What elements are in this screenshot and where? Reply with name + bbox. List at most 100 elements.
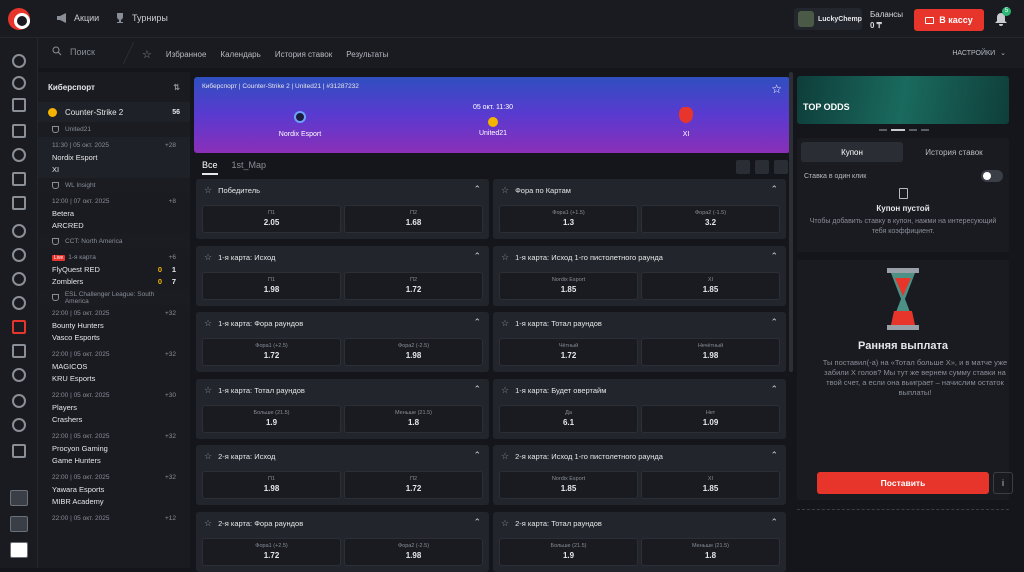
gift-icon[interactable] — [12, 444, 26, 458]
hockey-icon[interactable] — [12, 296, 26, 310]
league-header[interactable]: United21 — [38, 122, 190, 137]
tab-bet-history[interactable]: История ставок — [903, 142, 1005, 162]
breadcrumb[interactable]: Киберспорт | Counter-Strike 2 | United21… — [202, 83, 359, 90]
rocket-icon[interactable] — [12, 98, 26, 112]
calendar-link[interactable]: Календарь — [220, 50, 260, 59]
settings-icon[interactable] — [12, 394, 26, 408]
chevron-up-icon[interactable]: ⌃ — [473, 317, 481, 328]
casino-icon[interactable] — [12, 148, 26, 162]
chevron-up-icon[interactable]: ⌃ — [473, 517, 481, 528]
odd-button[interactable]: Фора2 (-1.5) 3.2 — [641, 205, 780, 233]
support-icon[interactable] — [10, 516, 28, 532]
chevron-up-icon[interactable]: ⌃ — [473, 251, 481, 262]
odd-button[interactable]: П1 1.98 — [202, 271, 341, 300]
tab-coupon[interactable]: Купон — [801, 142, 903, 162]
odd-button[interactable]: П2 1.68 — [344, 205, 483, 233]
chevron-up-icon[interactable]: ⌃ — [770, 384, 778, 395]
search-input[interactable]: Поиск — [52, 46, 95, 58]
odd-button[interactable]: Nordix Esport 1.85 — [499, 271, 638, 300]
favorite-star-icon[interactable]: ☆ — [204, 451, 212, 462]
one-click-toggle[interactable] — [981, 170, 1003, 182]
info-icon[interactable]: i — [993, 472, 1013, 494]
sort-icon[interactable]: ⇅ — [173, 83, 180, 92]
chevron-up-icon[interactable]: ⌃ — [770, 517, 778, 528]
odd-button[interactable]: Нет 1.09 — [641, 404, 780, 433]
promo-banner[interactable]: TOP ODDS — [797, 76, 1009, 124]
list-view-icon[interactable] — [755, 160, 769, 174]
odd-button[interactable]: Чётный 1.72 — [499, 338, 638, 366]
sport-row[interactable]: Counter-Strike 2 56 — [38, 102, 190, 122]
match-row[interactable]: 22:00 | 05 окт. 2025 +32 Procyon Gaming Gam… — [38, 428, 190, 469]
odd-button[interactable]: Да 6.1 — [499, 404, 638, 433]
target-icon[interactable] — [12, 248, 26, 262]
match-row[interactable]: 11:30 | 05 окт. 2025 +28 Nordix Esport XI — [38, 137, 190, 178]
odd-button[interactable]: Меньше (21.5) 1.8 — [344, 404, 483, 433]
favorite-star-icon[interactable]: ☆ — [501, 451, 509, 462]
building-icon[interactable] — [12, 172, 26, 186]
deposit-button[interactable]: В кассу — [914, 9, 984, 31]
bet-history-link[interactable]: История ставок — [275, 50, 332, 59]
favorites-link[interactable]: Избранное — [166, 50, 207, 59]
results-link[interactable]: Результаты — [346, 50, 388, 59]
odd-button[interactable]: XI 1.85 — [641, 271, 780, 300]
favorite-star-icon[interactable]: ☆ — [204, 385, 212, 396]
odd-button[interactable]: Фора2 (-2.5) 1.98 — [344, 537, 483, 566]
match-row[interactable]: 22:00 | 05 окт. 2025 +32 Yawara Esports MIB… — [38, 469, 190, 510]
tab-1st-map[interactable]: 1st_Map — [232, 160, 267, 175]
odd-button[interactable]: Нечётный 1.98 — [641, 338, 780, 366]
odd-button[interactable]: П2 1.72 — [344, 271, 483, 300]
match-row[interactable]: 22:00 | 05 окт. 2025 +32 MAGICOS KRU Esport… — [38, 346, 190, 387]
favorite-star-icon[interactable]: ☆ — [501, 385, 509, 396]
chevron-up-icon[interactable]: ⌃ — [770, 317, 778, 328]
odd-button[interactable]: Фора1 (+2.5) 1.72 — [202, 338, 341, 366]
logo[interactable] — [8, 8, 30, 30]
place-bet-button[interactable]: Поставить — [817, 472, 989, 494]
gamepad-icon[interactable] — [12, 320, 26, 334]
promo-link[interactable]: Акции — [56, 12, 99, 24]
collapse-all-icon[interactable] — [774, 160, 788, 174]
league-header[interactable]: WL Insight — [38, 178, 190, 193]
horse-racing-icon[interactable] — [12, 368, 26, 382]
carousel-dots[interactable] — [879, 129, 929, 131]
odd-button[interactable]: П2 1.72 — [344, 471, 483, 499]
kiosk-icon[interactable] — [10, 542, 28, 558]
favorite-star-icon[interactable]: ☆ — [204, 185, 212, 196]
tv-icon[interactable] — [12, 124, 26, 138]
chevron-up-icon[interactable]: ⌃ — [473, 450, 481, 461]
odd-button[interactable]: Фора1 (+2.5) 1.72 — [202, 537, 341, 566]
user-profile[interactable]: LuckyChemp — [794, 8, 862, 30]
chevron-up-icon[interactable]: ⌃ — [473, 184, 481, 195]
odd-button[interactable]: Больше (21.5) 1.9 — [499, 537, 638, 566]
league-header[interactable]: ESL Challenger League: South America — [38, 290, 190, 305]
search-markets-icon[interactable] — [736, 160, 750, 174]
chevron-up-icon[interactable]: ⌃ — [770, 251, 778, 262]
odd-button[interactable]: XI 1.85 — [641, 471, 780, 499]
chevron-up-icon[interactable]: ⌃ — [770, 184, 778, 195]
favorite-star-icon[interactable]: ☆ — [204, 252, 212, 263]
balance[interactable]: Балансы 0 ₸ — [870, 9, 903, 31]
match-row[interactable]: 22:00 | 05 окт. 2025 +30 Players Crashers — [38, 387, 190, 428]
favorite-star-icon[interactable]: ☆ — [204, 518, 212, 529]
cards-icon[interactable] — [12, 196, 26, 210]
odd-button[interactable]: Фора2 (-2.5) 1.98 — [344, 338, 483, 366]
chevron-up-icon[interactable]: ⌃ — [770, 450, 778, 461]
league-header[interactable]: CCT: North America — [38, 234, 190, 249]
favorite-star-icon[interactable]: ☆ — [501, 185, 509, 196]
odd-button[interactable]: Nordix Esport 1.85 — [499, 471, 638, 499]
odd-button[interactable]: Фора1 (+1.5) 1.3 — [499, 205, 638, 233]
settings-dropdown[interactable]: НАСТРОЙКИ ⌄ — [952, 49, 1006, 58]
odd-button[interactable]: Меньше (21.5) 1.8 — [641, 537, 780, 566]
tab-all[interactable]: Все — [202, 160, 218, 175]
tournaments-link[interactable]: Турниры — [114, 12, 168, 24]
favorite-star-icon[interactable]: ☆ — [771, 82, 782, 96]
ball-icon[interactable] — [12, 272, 26, 286]
favorite-star-icon[interactable]: ☆ — [204, 318, 212, 329]
scrollbar[interactable] — [789, 72, 793, 372]
horse-icon[interactable] — [12, 224, 26, 238]
match-row[interactable]: 22:00 | 05 окт. 2025 +32 Bounty Hunters Vas… — [38, 305, 190, 346]
basketball-icon[interactable] — [12, 76, 26, 90]
id-card-icon[interactable] — [10, 490, 28, 506]
favorite-star-icon[interactable]: ☆ — [501, 518, 509, 529]
favorite-star-icon[interactable]: ☆ — [501, 252, 509, 263]
soccer-icon[interactable] — [12, 54, 26, 68]
